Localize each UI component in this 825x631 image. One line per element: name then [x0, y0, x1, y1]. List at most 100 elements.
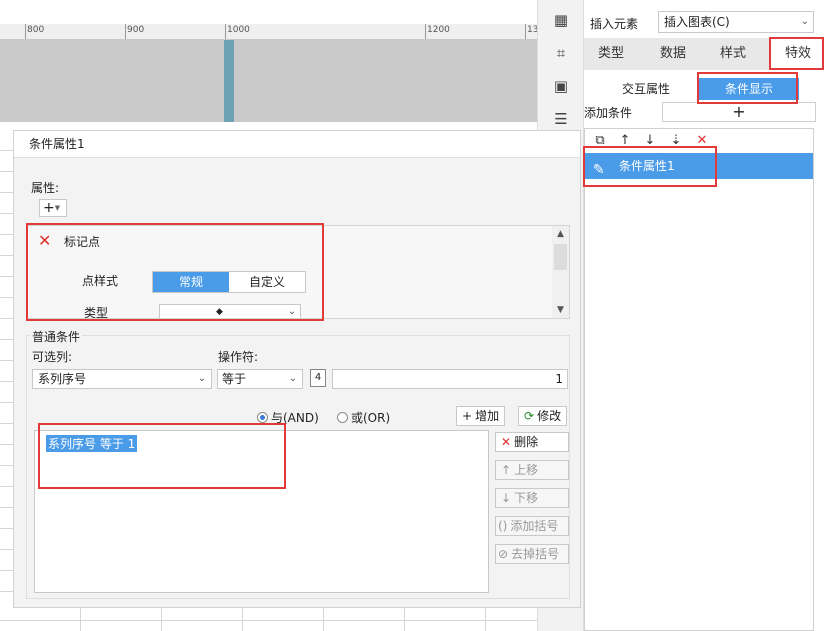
remove-bracket-icon: ⊘ — [498, 547, 509, 561]
radio-or-label: 或(OR) — [351, 411, 391, 425]
point-style-toggle: 常规 自定义 — [152, 271, 306, 293]
modify-button[interactable]: ⟳ 修改 — [518, 406, 568, 426]
column-select[interactable]: 系列序号 ⌄ — [32, 369, 212, 389]
chevron-down-icon: ⌄ — [287, 306, 297, 317]
add-button[interactable]: + 增加 — [456, 406, 506, 426]
marker-type-select[interactable]: ◆ ⌄ — [159, 304, 301, 318]
type-label: 类型 — [84, 306, 109, 319]
condition-expression-area[interactable]: 系列序号 等于 1 — [34, 430, 489, 593]
remove-property-icon[interactable]: ✕ — [38, 233, 54, 249]
column-label: 可选列: — [32, 350, 73, 364]
condition-group-title: 普通条件 — [30, 328, 83, 345]
arrow-up-icon: ↑ — [501, 463, 512, 477]
insert-element-label: 插入元素 — [590, 17, 639, 31]
radio-selected-icon — [257, 412, 268, 423]
add-condition-button[interactable]: + — [662, 102, 816, 122]
vertical-scrollbar[interactable]: ▲ ▼ — [552, 226, 569, 318]
dialog-title: 条件属性1 — [14, 131, 580, 158]
ruler-tick — [225, 24, 226, 39]
scroll-thumb[interactable] — [554, 244, 567, 270]
design-top-area — [0, 0, 537, 24]
ruler-tick — [25, 24, 26, 39]
ruler-label: 800 — [27, 25, 45, 35]
style-custom-option[interactable]: 自定义 — [229, 272, 305, 292]
style-normal-option[interactable]: 常规 — [153, 272, 229, 292]
delete-icon: ✕ — [501, 435, 512, 449]
delete-button-label: 删除 — [514, 435, 539, 449]
point-style-label: 点样式 — [82, 274, 119, 288]
operator-label: 操作符: — [218, 350, 259, 364]
plus-icon: + — [43, 200, 55, 216]
copy-icon[interactable]: ⧉ — [591, 132, 609, 150]
scroll-up-icon[interactable]: ▲ — [552, 229, 569, 239]
move-down-button[interactable]: ↓ 下移 — [495, 488, 569, 508]
chevron-down-icon: ⌄ — [800, 16, 809, 27]
delete-icon[interactable]: ✕ — [693, 132, 711, 150]
arrow-down-icon: ↓ — [501, 491, 512, 505]
scroll-down-icon[interactable]: ▼ — [552, 305, 569, 315]
bracket-icon: () — [498, 519, 508, 533]
move-bottom-icon[interactable]: ⇣ — [667, 132, 685, 150]
add-bracket-button[interactable]: () 添加括号 — [495, 516, 569, 536]
chevron-down-icon: ⌄ — [288, 373, 298, 384]
ruler-tick — [125, 24, 126, 39]
marker-label: 标记点 — [64, 235, 101, 249]
right-property-panel: 插入元素 插入图表(C) ⌄ 类型 数据 样式 特效 交互属性 条件显示 添加条… — [583, 0, 825, 631]
caret-down-icon: ▼ — [54, 204, 61, 212]
tab-type[interactable]: 类型 — [584, 38, 638, 70]
ruler-tick — [425, 24, 426, 39]
operator-select[interactable]: 等于 ⌄ — [217, 369, 303, 389]
list-item[interactable]: ✎ 条件属性1 — [585, 153, 813, 179]
value-input[interactable]: 1 — [332, 369, 568, 389]
layout-icon[interactable]: ☰ — [551, 109, 571, 129]
design-canvas[interactable] — [0, 40, 537, 122]
tab-effects[interactable]: 特效 — [770, 38, 825, 70]
move-up-button[interactable]: ↑ 上移 — [495, 460, 569, 480]
radio-or[interactable]: 或(OR) — [337, 409, 390, 426]
move-down-label: 下移 — [514, 491, 539, 505]
cell-properties-icon[interactable]: ▦ — [551, 10, 571, 30]
value-type-icon[interactable]: 4 — [310, 369, 326, 387]
properties-scroll-area[interactable]: ✕ 标记点 点样式 常规 自定义 类型 ◆ ⌄ ▲ ▼ — [26, 225, 570, 319]
insert-element-value: 插入图表(C) — [664, 15, 730, 29]
crop-icon[interactable]: ⌗ — [551, 43, 571, 63]
add-bracket-label: 添加括号 — [510, 519, 559, 533]
move-up-label: 上移 — [514, 463, 539, 477]
subtab-interaction[interactable]: 交互属性 — [596, 78, 696, 100]
tab-data[interactable]: 数据 — [646, 38, 700, 70]
normal-condition-group: 普通条件 可选列: 操作符: 系列序号 ⌄ 等于 ⌄ 4 1 与(AND) 或(… — [26, 328, 570, 599]
widget-icon[interactable]: ▣ — [551, 76, 571, 96]
condition-list: ⧉ ↑ ↓ ⇣ ✕ ✎ 条件属性1 — [584, 128, 814, 631]
arrow-up-icon[interactable]: ↑ — [616, 132, 634, 150]
insert-element-select[interactable]: 插入图表(C) ⌄ — [658, 11, 814, 33]
column-marker — [224, 40, 234, 122]
tab-style[interactable]: 样式 — [706, 38, 760, 70]
radio-and-label: 与(AND) — [271, 411, 319, 425]
plus-icon: + — [462, 409, 473, 423]
condition-dialog: 条件属性1 属性: +▼ ✕ 标记点 点样式 常规 自定义 类型 ◆ ⌄ ▲ ▼ — [13, 130, 581, 608]
modify-button-label: 修改 — [537, 409, 562, 423]
delete-button[interactable]: ✕ 删除 — [495, 432, 569, 452]
edit-icon: ⟳ — [524, 409, 535, 423]
horizontal-ruler: 800 900 1000 1200 130 — [0, 24, 544, 40]
pencil-icon: ✎ — [593, 162, 605, 178]
subtab-condition-display[interactable]: 条件显示 — [699, 78, 799, 100]
add-condition-label: 添加条件 — [584, 106, 633, 120]
add-button-label: 增加 — [475, 409, 500, 423]
sheet-grid — [0, 130, 13, 600]
list-item-label: 条件属性1 — [619, 159, 675, 173]
condition-expression[interactable]: 系列序号 等于 1 — [46, 435, 138, 452]
chevron-down-icon: ⌄ — [197, 373, 207, 384]
arrow-down-icon[interactable]: ↓ — [641, 132, 659, 150]
radio-and[interactable]: 与(AND) — [257, 409, 319, 426]
diamond-icon: ◆ — [216, 307, 223, 317]
add-property-button[interactable]: +▼ — [39, 199, 67, 217]
remove-bracket-button[interactable]: ⊘ 去掉括号 — [495, 544, 569, 564]
column-value: 系列序号 — [38, 372, 87, 386]
operator-value: 等于 — [222, 372, 247, 386]
tab-bar: 类型 数据 样式 特效 — [584, 38, 825, 70]
remove-bracket-label: 去掉括号 — [511, 547, 560, 561]
ruler-label: 1200 — [427, 25, 450, 35]
ruler-label: 900 — [127, 25, 145, 35]
ruler-tick — [525, 24, 526, 39]
